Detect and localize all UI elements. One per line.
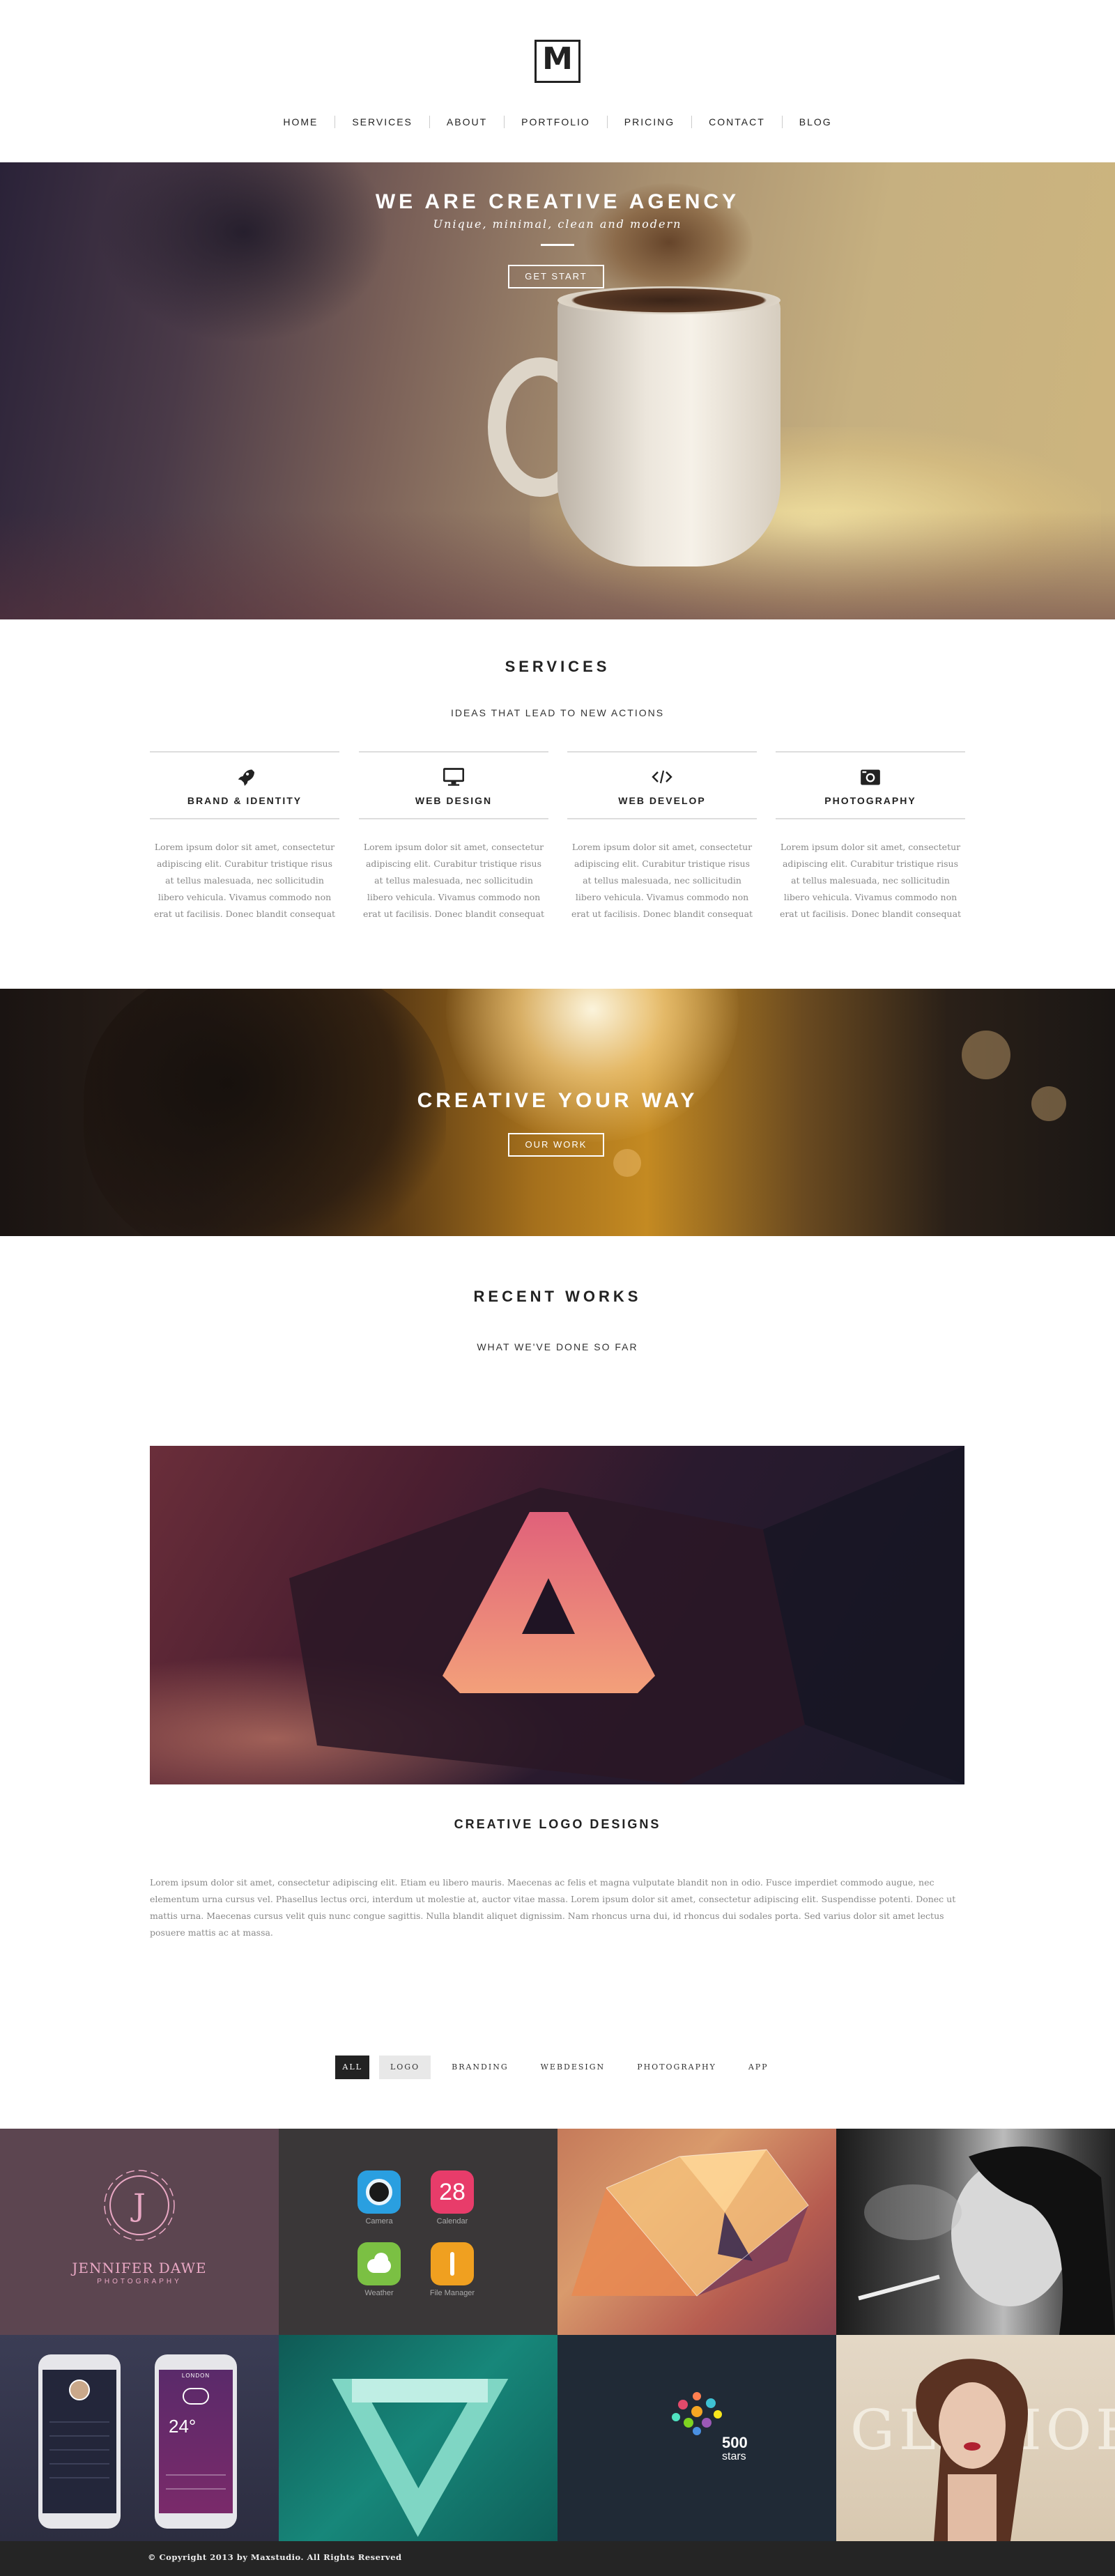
service-brand-identity: BRAND & IDENTITY Lorem ipsum dolor sit a… bbox=[150, 751, 339, 923]
services-subtitle: IDEAS THAT LEAD TO NEW ACTIONS bbox=[450, 707, 665, 718]
nav-home[interactable]: HOME bbox=[266, 116, 334, 128]
hero-title: WE ARE CREATIVE AGENCY bbox=[375, 190, 740, 213]
weather-app-icon bbox=[357, 2242, 401, 2285]
filter-photography[interactable]: PHOTOGRAPHY bbox=[626, 2056, 728, 2079]
nav-services[interactable]: SERVICES bbox=[334, 116, 429, 128]
copyright-text: © Copyright 2013 by Maxstudio. All Right… bbox=[148, 2552, 402, 2562]
filter-all[interactable]: ALL bbox=[335, 2056, 369, 2079]
stars-cluster-icon bbox=[672, 2392, 722, 2435]
stars-label: stars bbox=[722, 2451, 746, 2462]
filter-branding[interactable]: BRANDING bbox=[440, 2056, 520, 2079]
featured-work-image[interactable] bbox=[150, 1446, 964, 1784]
jennifer-name: JENNIFER DAWE bbox=[72, 2260, 207, 2276]
feature-description: Lorem ipsum dolor sit amet, consectetur … bbox=[150, 1877, 956, 1938]
weather-label: Weather bbox=[364, 2289, 394, 2297]
coffee-surface bbox=[558, 286, 780, 314]
service-name: BRAND & IDENTITY bbox=[187, 795, 302, 806]
code-icon bbox=[648, 763, 676, 791]
service-text: Lorem ipsum dolor sit amet, consectetur … bbox=[779, 842, 962, 919]
coffee-cup-image bbox=[558, 295, 780, 566]
get-start-button[interactable]: GET START bbox=[508, 265, 604, 288]
jennifer-monogram-icon: J bbox=[104, 2170, 175, 2241]
portfolio-item-mobile-app[interactable]: LONDON 24° bbox=[0, 2335, 279, 2541]
hero-background-shadow bbox=[98, 162, 390, 344]
file-manager-label: File Manager bbox=[429, 2289, 475, 2297]
diamond-shape bbox=[571, 2149, 809, 2297]
rocket-icon bbox=[231, 763, 259, 791]
service-name: PHOTOGRAPHY bbox=[824, 795, 916, 806]
filter-logo[interactable]: LOGO bbox=[378, 2056, 431, 2079]
glamour-portrait bbox=[916, 2359, 1028, 2541]
nav-about[interactable]: ABOUT bbox=[429, 116, 504, 128]
portfolio-grid: J JENNIFER DAWE PHOTOGRAPHY Camera 28 Ca… bbox=[0, 2129, 1115, 2541]
band-title: CREATIVE YOUR WAY bbox=[417, 1089, 698, 1112]
portrait-image bbox=[858, 2146, 1115, 2335]
logo-letter: M bbox=[542, 41, 573, 77]
portfolio-item-diamond-art[interactable] bbox=[558, 2129, 836, 2335]
phone-mockup-left bbox=[38, 2354, 121, 2529]
phone-temperature: 24° bbox=[169, 2416, 197, 2437]
hero-banner bbox=[0, 162, 1115, 619]
service-text: Lorem ipsum dolor sit amet, consectetur … bbox=[362, 842, 545, 919]
nav-portfolio[interactable]: PORTFOLIO bbox=[504, 116, 607, 128]
filter-webdesign[interactable]: WEBDESIGN bbox=[530, 2056, 617, 2079]
nav-blog[interactable]: BLOG bbox=[781, 116, 849, 128]
service-name: WEB DESIGN bbox=[415, 795, 493, 806]
calendar-app-icon: 28 bbox=[431, 2170, 474, 2214]
feature-title: CREATIVE LOGO DESIGNS bbox=[454, 1817, 661, 1831]
service-web-design: WEB DESIGN Lorem ipsum dolor sit amet, c… bbox=[359, 751, 548, 923]
camera-app-icon bbox=[357, 2170, 401, 2214]
site-header: M HOME SERVICES ABOUT PORTFOLIO PRICING … bbox=[0, 0, 1115, 162]
phone-city: LONDON bbox=[181, 2373, 210, 2379]
site-footer: © Copyright 2013 by Maxstudio. All Right… bbox=[0, 2541, 1115, 2576]
main-nav: HOME SERVICES ABOUT PORTFOLIO PRICING CO… bbox=[0, 116, 1115, 128]
hero-divider bbox=[541, 244, 574, 246]
portfolio-item-jennifer-dawe[interactable]: J JENNIFER DAWE PHOTOGRAPHY bbox=[0, 2129, 279, 2335]
phone-mockup-right: LONDON 24° bbox=[155, 2354, 237, 2529]
jennifer-tag: PHOTOGRAPHY bbox=[97, 2278, 182, 2285]
impossible-triangle-icon bbox=[332, 2379, 509, 2537]
bokeh-light bbox=[613, 1149, 641, 1177]
service-text: Lorem ipsum dolor sit amet, consectetur … bbox=[153, 842, 336, 919]
portfolio-filters: ALL LOGO BRANDING WEBDESIGN PHOTOGRAPHY … bbox=[0, 2056, 1115, 2079]
portfolio-item-app-icons[interactable]: Camera 28 Calendar Weather File Manager bbox=[279, 2129, 558, 2335]
impossible-triangle-logo bbox=[289, 1446, 964, 1784]
site-logo[interactable]: M bbox=[535, 40, 580, 83]
hero-table-surface bbox=[0, 511, 1115, 619]
recent-works-title: RECENT WORKS bbox=[473, 1288, 642, 1305]
filter-app[interactable]: APP bbox=[737, 2056, 780, 2079]
calendar-label: Calendar bbox=[436, 2217, 468, 2226]
stars-count: 500 bbox=[722, 2434, 748, 2451]
services-title: SERVICES bbox=[505, 658, 610, 675]
portfolio-item-triangle-logo[interactable] bbox=[279, 2335, 558, 2541]
portfolio-item-500-stars[interactable]: 500 stars bbox=[558, 2335, 836, 2541]
recent-works-subtitle: WHAT WE'VE DONE SO FAR bbox=[477, 1341, 638, 1352]
service-web-develop: WEB DEVELOP Lorem ipsum dolor sit amet, … bbox=[567, 751, 757, 923]
camera-icon bbox=[856, 763, 884, 791]
our-work-button[interactable]: OUR WORK bbox=[508, 1133, 604, 1157]
file-manager-app-icon bbox=[431, 2242, 474, 2285]
hero-subtitle: Unique, minimal, clean and modern bbox=[433, 217, 682, 231]
monitor-icon bbox=[440, 763, 468, 791]
camera-label: Camera bbox=[365, 2217, 393, 2226]
service-name: WEB DEVELOP bbox=[618, 795, 706, 806]
nav-pricing[interactable]: PRICING bbox=[606, 116, 691, 128]
portfolio-item-portrait-bw[interactable] bbox=[836, 2129, 1115, 2335]
bokeh-light bbox=[962, 1031, 1010, 1079]
service-text: Lorem ipsum dolor sit amet, consectetur … bbox=[571, 842, 753, 919]
band-sunlight bbox=[446, 989, 739, 1142]
svg-text:J: J bbox=[130, 2188, 146, 2223]
service-photography: PHOTOGRAPHY Lorem ipsum dolor sit amet, … bbox=[776, 751, 965, 923]
portfolio-item-glamour[interactable]: GLAMOR. bbox=[836, 2335, 1115, 2541]
nav-contact[interactable]: CONTACT bbox=[691, 116, 782, 128]
